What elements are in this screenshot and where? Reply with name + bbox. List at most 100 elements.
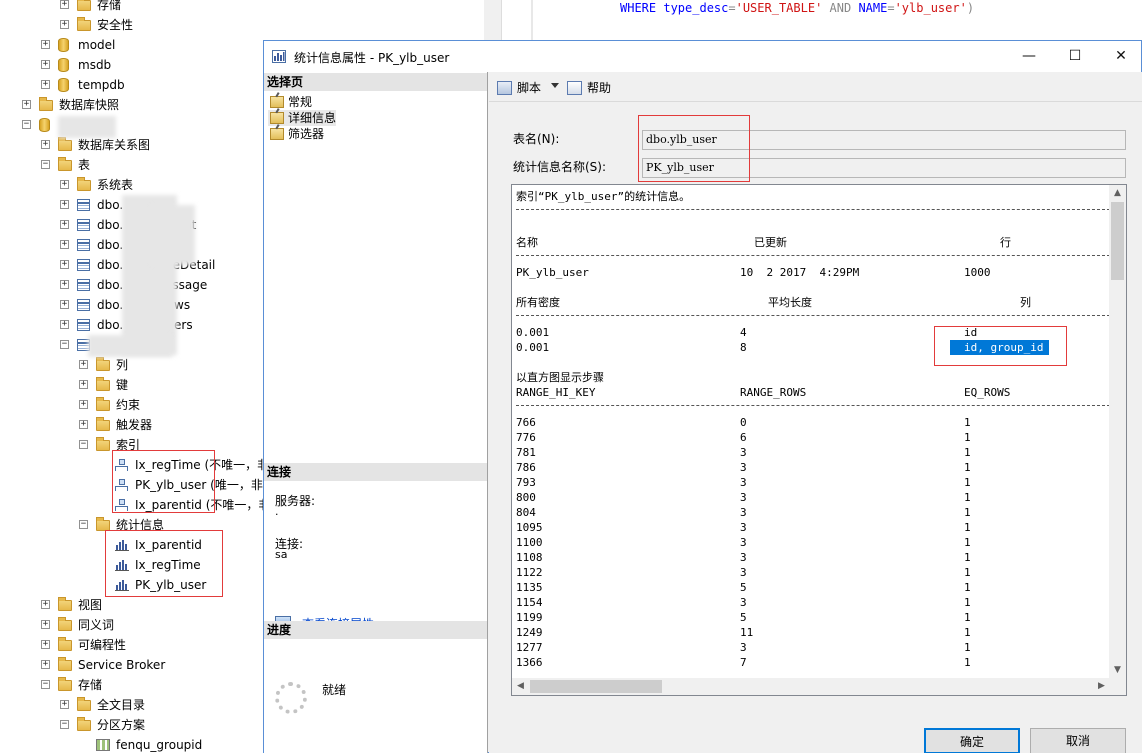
eq-rows-cell: 1 — [964, 536, 971, 549]
server-label: 服务器: — [275, 494, 316, 508]
tree-node[interactable]: + 视图 — [0, 595, 265, 615]
collapse-icon[interactable]: − — [60, 720, 69, 729]
expand-icon[interactable]: + — [41, 40, 50, 49]
range-rows-cell: 5 — [740, 581, 747, 594]
vertical-scrollbar[interactable]: ▲ ▼ — [1109, 185, 1126, 679]
tree-node-label: 可编程性 — [78, 638, 127, 652]
scroll-right-arrow-icon[interactable]: ▶ — [1093, 678, 1110, 695]
page-general[interactable]: 常规 — [268, 94, 312, 110]
statistics-text-box[interactable]: 索引“PK_ylb_user”的统计信息。 名称 已更新 行 PK_ylb_us… — [511, 184, 1127, 696]
expand-icon[interactable]: + — [60, 180, 69, 189]
expand-icon[interactable]: + — [60, 260, 69, 269]
minimize-button[interactable]: — — [1006, 41, 1052, 72]
tree-node[interactable]: + 存储 — [0, 0, 265, 15]
tree-node[interactable]: + 系统表 — [0, 175, 265, 195]
expand-icon[interactable]: + — [79, 420, 88, 429]
scroll-left-arrow-icon[interactable]: ◀ — [512, 678, 529, 695]
sql-text[interactable]: WHERE type_desc='USER_TABLE' AND NAME='y… — [620, 1, 974, 15]
expand-icon[interactable]: + — [60, 300, 69, 309]
collapse-icon[interactable]: − — [79, 520, 88, 529]
cancel-button[interactable]: 取消 — [1030, 728, 1126, 753]
tree-node[interactable]: + 列 — [0, 355, 265, 375]
tree-node[interactable]: + 触发器 — [0, 415, 265, 435]
eq-rows-cell: 1 — [964, 461, 971, 474]
collapse-icon[interactable]: − — [60, 340, 69, 349]
ok-button[interactable]: 确定 — [924, 728, 1020, 753]
help-button[interactable]: 帮助 — [567, 80, 611, 96]
range-rows-cell: 7 — [740, 656, 747, 669]
tree-node[interactable]: − 存储 — [0, 675, 265, 695]
expand-icon[interactable]: + — [60, 700, 69, 709]
vertical-scroll-thumb[interactable] — [1111, 202, 1124, 280]
script-button[interactable]: 脚本 — [497, 80, 541, 96]
expand-icon[interactable]: + — [79, 360, 88, 369]
density-cell: 0.001 — [516, 326, 550, 339]
maximize-button[interactable]: ☐ — [1052, 41, 1098, 72]
dialog-left-pane: 选择页 常规 详细信息 筛选器 连接 服务器: . 连接: sa 查看连接属性 … — [264, 72, 488, 753]
tree-node[interactable]: − 分区方案 — [0, 715, 265, 735]
expand-icon[interactable]: + — [79, 400, 88, 409]
tree-node[interactable]: + 约束 — [0, 395, 265, 415]
scroll-up-arrow-icon[interactable]: ▲ — [1109, 185, 1126, 202]
tree-node[interactable]: − — [0, 115, 265, 135]
col-header-density: 所有密度 — [516, 296, 560, 309]
expand-icon[interactable]: + — [22, 100, 31, 109]
expand-icon[interactable]: + — [41, 640, 50, 649]
tree-node-label: 触发器 — [116, 418, 153, 432]
tree-node[interactable]: + 同义词 — [0, 615, 265, 635]
folder-icon — [96, 417, 110, 431]
expand-icon[interactable]: + — [60, 20, 69, 29]
query-editor[interactable]: WHERE type_desc='USER_TABLE' AND NAME='y… — [484, 0, 1142, 40]
expand-icon[interactable]: + — [60, 280, 69, 289]
collapse-icon[interactable]: − — [41, 680, 50, 689]
separator — [516, 405, 1110, 406]
tree-node[interactable]: + 数据库快照 — [0, 95, 265, 115]
separator — [516, 315, 1110, 316]
page-filter[interactable]: 筛选器 — [268, 126, 324, 142]
dialog-titlebar[interactable]: 统计信息属性 - PK_ylb_user — ☐ ✕ — [264, 41, 1141, 72]
expand-icon[interactable]: + — [60, 0, 69, 9]
expand-icon[interactable]: + — [41, 80, 50, 89]
tree-node[interactable]: + 键 — [0, 375, 265, 395]
collapse-icon[interactable]: − — [79, 440, 88, 449]
expand-icon[interactable]: + — [60, 240, 69, 249]
tree-node[interactable]: + tempdb — [0, 75, 265, 95]
histogram-caption: 以直方图显示步骤 — [516, 371, 604, 384]
expand-icon[interactable]: + — [41, 620, 50, 629]
expand-icon[interactable]: + — [41, 140, 50, 149]
connection-value: sa — [275, 548, 288, 561]
table-icon — [77, 319, 90, 331]
tree-node[interactable]: − 表 — [0, 155, 265, 175]
expand-icon[interactable]: + — [60, 320, 69, 329]
horizontal-scrollbar[interactable]: ◀ ▶ — [512, 678, 1110, 695]
tree-node[interactable]: + msdb — [0, 55, 265, 75]
script-dropdown-arrow-icon[interactable] — [551, 83, 559, 88]
tree-node[interactable]: + model — [0, 35, 265, 55]
close-button[interactable]: ✕ — [1098, 41, 1142, 72]
expand-icon[interactable]: + — [41, 60, 50, 69]
tree-node[interactable]: + 可编程性 — [0, 635, 265, 655]
tree-node[interactable]: fenqu_groupid — [0, 735, 265, 753]
stat-updated-cell: 10 2 2017 4:29PM — [740, 266, 860, 279]
expand-icon[interactable]: + — [41, 660, 50, 669]
tree-node[interactable]: + 安全性 — [0, 15, 265, 35]
expand-icon[interactable]: + — [79, 380, 88, 389]
eq-rows-cell: 1 — [964, 506, 971, 519]
range-rows-cell: 5 — [740, 611, 747, 624]
tree-node[interactable]: + Service Broker — [0, 655, 265, 675]
range-hi-key-cell: 1249 — [516, 626, 543, 639]
tree-node[interactable]: + 全文目录 — [0, 695, 265, 715]
collapse-icon[interactable]: − — [22, 120, 31, 129]
scroll-down-arrow-icon[interactable]: ▼ — [1109, 662, 1126, 679]
tree-node-label: 同义词 — [78, 618, 115, 632]
expand-icon[interactable]: + — [41, 600, 50, 609]
expand-icon[interactable]: + — [60, 200, 69, 209]
avg-length-cell: 8 — [740, 341, 747, 354]
collapse-icon[interactable]: − — [41, 160, 50, 169]
horizontal-scroll-thumb[interactable] — [530, 680, 662, 693]
expand-icon[interactable]: + — [60, 220, 69, 229]
range-hi-key-cell: 786 — [516, 461, 536, 474]
folder-icon — [58, 637, 72, 651]
range-rows-cell: 3 — [740, 461, 747, 474]
tree-node[interactable]: + 数据库关系图 — [0, 135, 265, 155]
